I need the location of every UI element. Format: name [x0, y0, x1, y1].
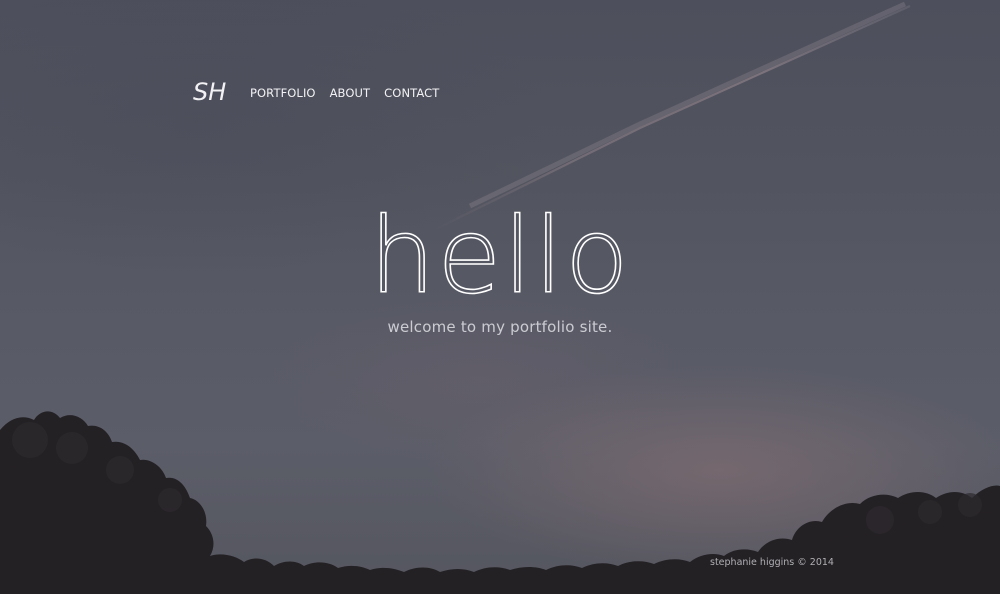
site-logo[interactable]: SH — [193, 78, 226, 106]
main-nav: PORTFOLIO ABOUT CONTACT — [250, 86, 439, 100]
nav-link-contact[interactable]: CONTACT — [384, 86, 439, 100]
nav-link-about[interactable]: ABOUT — [330, 86, 371, 100]
moon-icon — [682, 175, 688, 181]
hero-headline: hello — [369, 194, 631, 318]
footer-copyright: stephanie higgins © 2014 — [710, 557, 834, 568]
hero-subline: welcome to my portfolio site. — [387, 318, 613, 336]
nav-link-portfolio[interactable]: PORTFOLIO — [250, 86, 316, 100]
